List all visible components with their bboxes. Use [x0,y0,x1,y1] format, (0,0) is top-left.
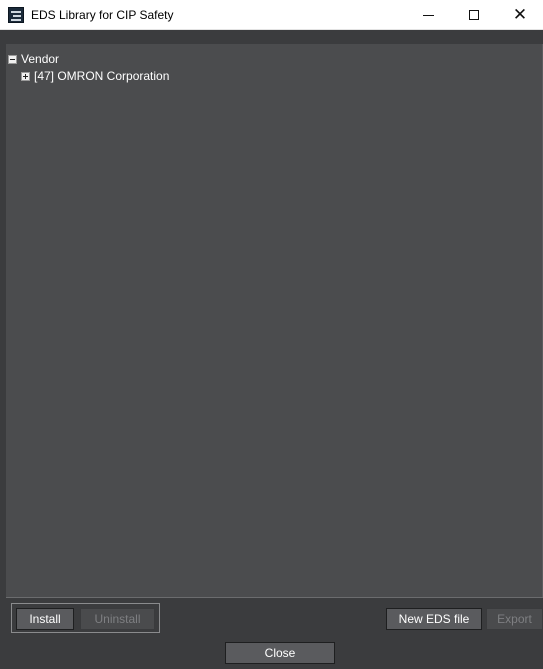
app-icon [8,7,24,23]
title-bar[interactable]: EDS Library for CIP Safety ✕ [0,0,543,30]
close-icon: ✕ [512,4,528,25]
export-button[interactable]: Export [486,608,543,630]
tree-node-label: [47] OMRON Corporation [34,69,170,83]
install-button[interactable]: Install [16,608,74,630]
close-button[interactable]: Close [225,642,335,664]
maximize-icon [469,10,479,20]
tree-node-label: Vendor [21,52,60,66]
collapse-icon[interactable] [8,54,17,64]
minimize-button[interactable] [405,0,451,30]
tree-node-omron[interactable]: [47] OMRON Corporation [21,68,169,84]
eds-library-window: EDS Library for CIP Safety ✕ Vendor [47]… [0,0,543,669]
window-close-button[interactable]: ✕ [497,0,543,30]
expand-icon[interactable] [21,71,30,81]
uninstall-button[interactable]: Uninstall [80,608,155,630]
vendor-tree[interactable]: Vendor [47] OMRON Corporation [6,44,543,597]
minimize-icon [422,14,434,16]
new-eds-file-button[interactable]: New EDS file [386,608,482,630]
maximize-button[interactable] [451,0,497,30]
tree-node-vendor[interactable]: Vendor [8,51,59,67]
divider [6,597,543,598]
window-title: EDS Library for CIP Safety [31,8,174,22]
